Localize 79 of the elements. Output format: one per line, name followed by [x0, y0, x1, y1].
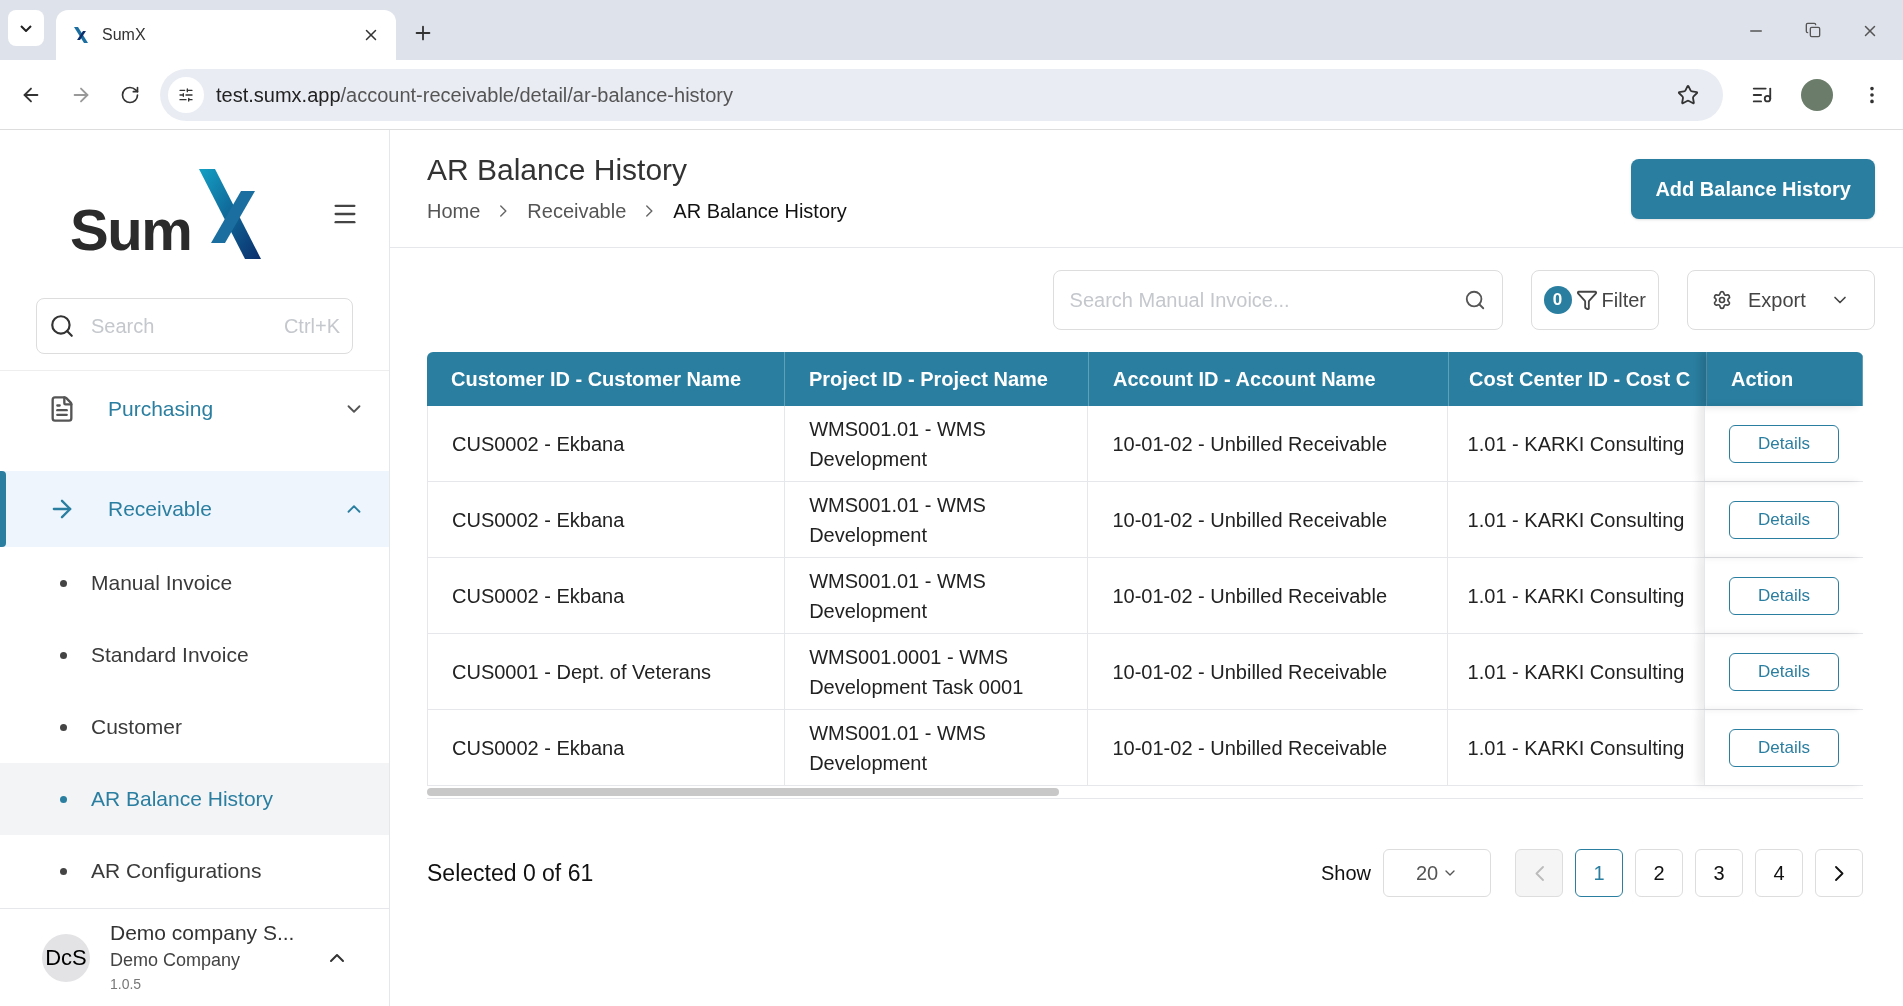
table-cell: 1.01 - KARKI Consulting [1446, 710, 1704, 785]
search-placeholder: Search [91, 314, 156, 339]
site-settings-icon[interactable] [168, 76, 204, 113]
chevron-right-icon [1834, 865, 1844, 881]
table-cell: 1.01 - KARKI Consulting [1446, 406, 1704, 481]
show-label: Show [1320, 861, 1371, 886]
page-title: AR Balance History [427, 151, 689, 188]
account-name: Demo company S... [110, 920, 296, 947]
details-button[interactable]: Details [1729, 500, 1839, 539]
gear-icon [1712, 290, 1732, 310]
page-button[interactable]: 2 [1635, 849, 1683, 897]
page-button[interactable]: 1 [1575, 849, 1623, 897]
details-button[interactable]: Details [1729, 652, 1839, 691]
sidebar-subitem[interactable]: Manual Invoice [0, 547, 389, 619]
sumx-logo: Sum [70, 169, 262, 259]
table-cell: CUS0002 - Ekbana [427, 710, 785, 785]
sumx-favicon-icon [72, 26, 90, 44]
column-header: Account ID - Account Name [1089, 352, 1449, 406]
address-bar[interactable]: test.sumx.app/account-receivable/detail/ar-balance-history [160, 68, 1723, 121]
table-cell: CUS0002 - Ekbana [427, 406, 785, 481]
filter-count-badge: 0 [1543, 286, 1572, 314]
breadcrumb-item: AR Balance History [673, 199, 847, 225]
version-text: 1.0.5 [110, 974, 143, 994]
chevron-down-icon [20, 24, 32, 32]
sidebar-subitem[interactable]: Standard Invoice [0, 619, 389, 691]
column-header: Cost Center ID - Cost C [1449, 352, 1707, 406]
table-cell: 10-01-02 - Unbilled Receivable [1087, 710, 1447, 785]
column-header: Action [1707, 352, 1863, 406]
chevron-left-icon [1534, 865, 1544, 881]
selection-count: Selected 0 of 61 [427, 858, 595, 888]
page-button[interactable]: 3 [1695, 849, 1743, 897]
url-text: test.sumx.app/account-receivable/detail/ar-balance-history [216, 82, 734, 108]
sidebar-subitem[interactable]: Customer [0, 691, 389, 763]
breadcrumb-item[interactable]: Receivable [527, 196, 627, 227]
company-name: Demo Company [110, 948, 242, 972]
chevron-right-icon [500, 205, 508, 218]
table-cell: 10-01-02 - Unbilled Receivable [1087, 634, 1447, 709]
sidebar-item[interactable]: Receivable [0, 471, 389, 547]
sidebar-item[interactable]: Purchasing [0, 371, 389, 447]
page-size-select[interactable]: 20 [1383, 849, 1491, 897]
details-button[interactable]: Details [1729, 576, 1839, 615]
export-button[interactable]: Export [1687, 270, 1875, 330]
search-icon [49, 313, 75, 339]
table-cell: WMS001.01 - WMS Development [784, 482, 1088, 557]
table-cell: CUS0002 - Ekbana [427, 482, 785, 557]
table-cell: WMS001.0001 - WMS Development Task 0001 [784, 634, 1088, 709]
table-cell: 1.01 - KARKI Consulting [1446, 482, 1704, 557]
table-cell: CUS0002 - Ekbana [427, 558, 785, 633]
browser-tab[interactable]: SumX [56, 10, 396, 60]
table-cell: WMS001.01 - WMS Development [784, 406, 1088, 481]
search-icon [1463, 289, 1486, 311]
chevron-right-icon [646, 205, 654, 218]
details-button[interactable]: Details [1729, 728, 1839, 767]
column-header: Customer ID - Customer Name [427, 352, 785, 406]
sidebar-subitem[interactable]: AR Balance History [0, 763, 389, 835]
filter-button[interactable]: 0 Filter [1530, 270, 1659, 330]
tab-list-button[interactable] [8, 10, 44, 46]
details-button[interactable]: Details [1729, 424, 1839, 463]
bookmark-star-icon[interactable] [1677, 83, 1699, 106]
column-header: Project ID - Project Name [785, 352, 1089, 406]
table-cell: WMS001.01 - WMS Development [784, 710, 1088, 785]
table-cell: 10-01-02 - Unbilled Receivable [1087, 482, 1447, 557]
horizontal-scrollbar[interactable] [427, 788, 1059, 796]
page-button[interactable]: 4 [1755, 849, 1803, 897]
table-cell: WMS001.01 - WMS Development [784, 558, 1088, 633]
table-cell: 10-01-02 - Unbilled Receivable [1087, 406, 1447, 481]
account-avatar: DcS [42, 933, 90, 982]
breadcrumb-item[interactable]: Home [427, 196, 481, 227]
table-cell: CUS0001 - Dept. of Veterans [427, 634, 785, 709]
reload-icon[interactable] [120, 84, 140, 105]
table-cell: 1.01 - KARKI Consulting [1446, 558, 1704, 633]
sidebar-subitem[interactable]: AR Configurations [0, 835, 389, 907]
table-cell: 1.01 - KARKI Consulting [1446, 634, 1704, 709]
filter-icon [1575, 289, 1598, 311]
restore-icon[interactable] [1805, 22, 1821, 38]
add-balance-history-button[interactable]: Add Balance History [1631, 158, 1875, 219]
table-cell: 10-01-02 - Unbilled Receivable [1087, 558, 1447, 633]
profile-avatar[interactable] [1801, 78, 1833, 111]
shortcut-hint: Ctrl+K [283, 314, 340, 339]
